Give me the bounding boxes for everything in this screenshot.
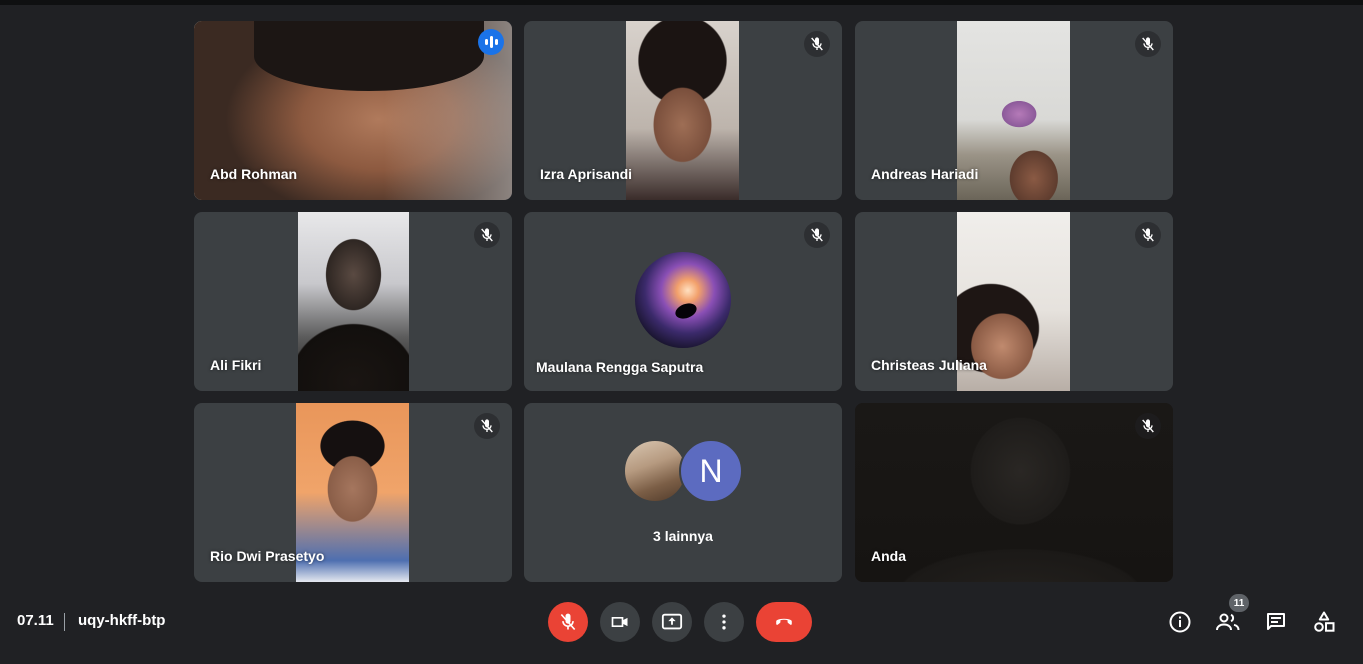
participant-name: Andreas Hariadi — [871, 166, 979, 182]
people-icon — [1216, 613, 1240, 631]
participant-video — [626, 21, 739, 200]
leave-call-button[interactable] — [756, 602, 812, 642]
other-participants-label: 3 lainnya — [653, 528, 713, 544]
participant-name: Abd Rohman — [210, 166, 298, 182]
mic-off-icon — [1135, 31, 1161, 57]
other-participants-avatars: N — [524, 439, 842, 503]
activities-icon — [1314, 611, 1335, 632]
participant-tile-maulana-rengga-saputra[interactable]: Maulana Rengga Saputra — [524, 212, 842, 391]
participant-tile-self[interactable]: Anda — [855, 403, 1173, 582]
divider — [64, 613, 65, 631]
participant-tile-ali-fikri[interactable]: Ali Fikri — [194, 212, 512, 391]
mic-off-icon — [1135, 222, 1161, 248]
camera-icon — [611, 617, 628, 627]
participant-tile-christeas-juliana[interactable]: Christeas Juliana — [855, 212, 1173, 391]
participant-name: Izra Aprisandi — [540, 166, 633, 182]
participant-name: Maulana Rengga Saputra — [536, 359, 704, 375]
participant-video — [298, 212, 409, 391]
participant-name: Rio Dwi Prasetyo — [210, 548, 325, 564]
other-participants-tile[interactable]: N 3 lainnya — [524, 403, 842, 582]
chat-button[interactable] — [1262, 608, 1290, 636]
participant-name: Anda — [871, 548, 906, 564]
participant-tile-andreas-hariadi[interactable]: Andreas Hariadi — [855, 21, 1173, 200]
mic-off-icon — [1135, 413, 1161, 439]
mic-off-icon — [474, 222, 500, 248]
present-screen-icon — [661, 613, 683, 630]
meeting-code: uqy-hkff-btp — [78, 612, 166, 629]
more-options-button[interactable] — [704, 602, 744, 642]
avatar-initial: N — [679, 439, 743, 503]
audio-level-icon — [478, 29, 504, 55]
participant-tile-rio-dwi-prasetyo[interactable]: Rio Dwi Prasetyo — [194, 403, 512, 582]
end-call-icon — [776, 618, 792, 625]
info-icon — [1169, 611, 1191, 633]
show-everyone-button[interactable] — [1214, 608, 1242, 636]
mic-off-icon — [560, 613, 576, 631]
mic-off-icon — [474, 413, 500, 439]
participant-tile-izra-aprisandi[interactable]: Izra Aprisandi — [524, 21, 842, 200]
more-options-icon — [722, 614, 726, 630]
toggle-camera-button[interactable] — [600, 602, 640, 642]
participant-name: Christeas Juliana — [871, 357, 987, 373]
meeting-time: 07.11 — [17, 612, 54, 629]
present-screen-button[interactable] — [652, 602, 692, 642]
chat-icon — [1267, 613, 1285, 630]
mic-off-icon — [804, 31, 830, 57]
window-top-edge — [0, 0, 1363, 5]
mic-off-icon — [804, 222, 830, 248]
avatar — [635, 252, 731, 348]
participant-name: Ali Fikri — [210, 357, 262, 373]
toggle-microphone-button[interactable] — [548, 602, 588, 642]
video-hair — [254, 21, 484, 91]
participant-tile-abd-rohman[interactable]: Abd Rohman — [194, 21, 512, 200]
meeting-details-button[interactable] — [1166, 608, 1194, 636]
avatar — [623, 439, 687, 503]
activities-button[interactable] — [1310, 608, 1338, 636]
